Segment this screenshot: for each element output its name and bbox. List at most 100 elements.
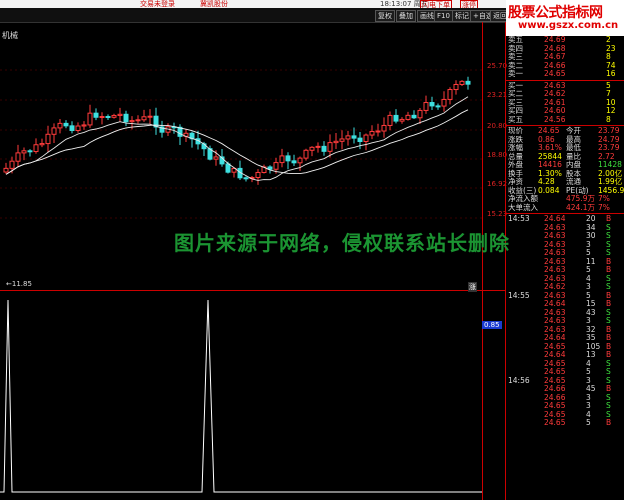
quote-value: 24.65 xyxy=(538,126,560,135)
candle-body xyxy=(63,122,69,127)
candle-body xyxy=(147,115,153,118)
tick-row[interactable]: 24.66 45 B xyxy=(506,385,624,393)
candle-body xyxy=(27,150,33,153)
candle-body xyxy=(381,124,387,132)
ma-line-short xyxy=(5,96,469,181)
candle-body xyxy=(33,144,39,153)
buy-level-row[interactable]: 买五 24.56 8 xyxy=(506,114,624,124)
tick-row[interactable]: 24.64 15 B xyxy=(506,300,624,308)
quote-row[interactable]: 净流入额 475.9万 7% xyxy=(506,195,624,203)
candle-body xyxy=(411,114,417,119)
candle-body xyxy=(363,134,369,143)
tick-volume: 35 xyxy=(586,333,596,342)
tick-row[interactable]: 24.64 13 B xyxy=(506,351,624,359)
orderbook-label: 买五 xyxy=(508,114,523,124)
tick-price: 24.66 xyxy=(544,384,566,393)
tick-volume: 5 xyxy=(586,265,591,274)
candle-body xyxy=(309,146,315,151)
tick-direction: B xyxy=(606,418,612,427)
candle-body xyxy=(225,163,231,173)
toolbar-overlay-button[interactable]: 叠加 xyxy=(396,10,416,22)
indicator-line xyxy=(0,299,482,493)
orderbook-volume: 8 xyxy=(606,52,611,61)
tick-price: 24.63 xyxy=(544,265,566,274)
candle-body xyxy=(15,152,21,162)
tick-row[interactable]: 24.62 3 S xyxy=(506,283,624,291)
quote-value: 23.79 xyxy=(598,126,620,135)
candle-body xyxy=(291,160,297,164)
quote-row[interactable]: 大单流入 424.1万 7% xyxy=(506,203,624,212)
tick-direction: S xyxy=(606,316,611,325)
tick-volume: 15 xyxy=(586,299,596,308)
tick-row[interactable]: 24.65 5 B xyxy=(506,419,624,427)
quote-row[interactable]: 净资 4.28 流通 1.99亿 xyxy=(506,178,624,186)
sell-level-row[interactable]: 卖五 24.69 2 xyxy=(506,36,624,44)
candle-body xyxy=(75,125,81,131)
orderbook-label: 买四 xyxy=(508,106,523,115)
candle-body xyxy=(417,109,423,119)
candle-body xyxy=(423,102,429,111)
tick-row[interactable]: 24.63 5 S xyxy=(506,249,624,257)
buy-level-row[interactable]: 买四 24.60 12 xyxy=(506,107,624,115)
sell-level-row[interactable]: 卖三 24.67 8 xyxy=(506,53,624,61)
tick-time: 14:56 xyxy=(508,375,530,385)
orderbook-volume: 7 xyxy=(606,89,611,98)
tick-time: 14:53 xyxy=(508,214,530,223)
orderbook-price: 24.56 xyxy=(544,114,566,124)
orderbook-label: 买二 xyxy=(508,89,523,98)
orderbook-price: 24.60 xyxy=(544,106,566,115)
toolbar-restore-button[interactable]: 复权 xyxy=(375,10,395,22)
tick-row[interactable]: 24.65 3 S xyxy=(506,402,624,410)
candle-body xyxy=(81,124,87,127)
tick-price: 24.64 xyxy=(544,350,566,359)
quote-value: 7% xyxy=(598,194,610,203)
candle-body xyxy=(399,118,405,122)
tick-row[interactable]: 24.65 5 S xyxy=(506,368,624,376)
candle-body xyxy=(459,80,465,85)
tick-volume: 30 xyxy=(586,231,596,240)
site-logo-title: 股票公式指标网 xyxy=(508,5,603,21)
quote-row[interactable]: 外盘 14416 内盘 11428 xyxy=(506,161,624,169)
toolbar-f10-button[interactable]: F10 xyxy=(434,10,453,22)
tick-volume: 3 xyxy=(586,401,591,410)
sell-level-row[interactable]: 卖一 24.65 16 xyxy=(506,70,624,78)
candle-body xyxy=(87,112,93,126)
tick-row[interactable]: 24.64 35 B xyxy=(506,334,624,342)
candle-body xyxy=(387,114,393,126)
orderbook-volume: 16 xyxy=(606,69,616,78)
quote-row[interactable]: 涨幅 3.61% 最低 23.79 xyxy=(506,144,624,152)
tick-row[interactable]: 24.63 30 S xyxy=(506,232,624,240)
candle-body xyxy=(345,135,351,140)
quote-row[interactable]: 现价 24.65 今开 23.79 xyxy=(506,127,624,135)
tick-row[interactable]: 24.63 3 S xyxy=(506,317,624,325)
tick-row[interactable]: 14:53 24.64 20 B xyxy=(506,215,624,223)
candle-body xyxy=(405,114,411,120)
tick-price: 24.64 xyxy=(544,214,566,223)
orderbook-label: 卖一 xyxy=(508,69,523,78)
candle-body xyxy=(321,145,327,152)
candle-body xyxy=(447,89,453,100)
candle-body xyxy=(369,131,375,136)
candle-body xyxy=(57,122,63,129)
toolbar-mark-button[interactable]: 标记 xyxy=(452,10,472,22)
tick-volume: 5 xyxy=(586,367,591,376)
candle-body xyxy=(45,133,51,145)
tick-direction: S xyxy=(606,231,611,240)
tick-direction: S xyxy=(606,282,611,291)
quote-label: 净资 xyxy=(508,177,523,186)
tick-direction: B xyxy=(606,350,612,359)
candle-body xyxy=(111,114,117,118)
candle-body xyxy=(105,116,111,119)
candle-body xyxy=(69,125,75,131)
buy-level-row[interactable]: 买二 24.62 7 xyxy=(506,90,624,98)
kline-chart[interactable] xyxy=(0,22,482,500)
tick-direction: S xyxy=(606,248,611,257)
candle-body xyxy=(3,167,9,173)
tick-price: 24.63 xyxy=(544,231,566,240)
candle-body xyxy=(273,162,279,170)
site-logo-url: www.gszx.com.cn xyxy=(518,20,619,31)
tick-price: 24.62 xyxy=(544,282,566,291)
orderbook-price: 24.69 xyxy=(544,35,566,44)
candle-body xyxy=(435,105,441,108)
tick-row[interactable]: 24.63 5 B xyxy=(506,266,624,274)
